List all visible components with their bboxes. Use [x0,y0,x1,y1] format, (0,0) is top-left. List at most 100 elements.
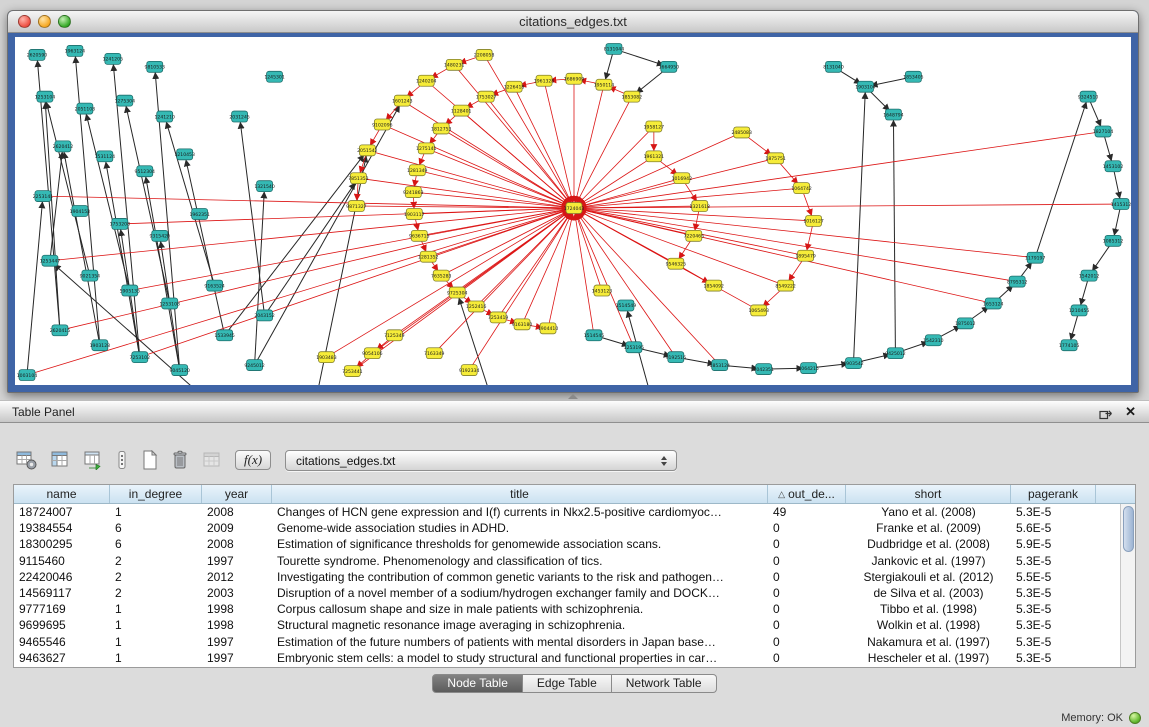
graph-node[interactable]: 1903128 [90,340,111,351]
graph-node[interactable]: 7253102 [130,352,151,363]
cell-name[interactable]: 9465546 [14,635,110,649]
edge-red[interactable] [417,170,574,208]
edge-red[interactable] [27,208,574,375]
cell-short[interactable]: Jankovic et al. (1997) [846,554,1011,568]
edge-black[interactable] [265,178,359,315]
table-row[interactable]: 946362711997Embryonic stem cells: a mode… [14,650,1120,666]
cell-name[interactable]: 9463627 [14,651,110,665]
edge-red[interactable] [574,97,632,208]
table-row[interactable]: 1872400712008Changes of HCN gene express… [14,504,1120,520]
cell-pagerank[interactable]: 5.3E-5 [1011,554,1096,568]
edge-black[interactable] [145,171,180,370]
cell-title[interactable]: Structural magnetic resonance image aver… [272,618,768,632]
cell-pagerank[interactable]: 5.3E-5 [1011,602,1096,616]
cell-title[interactable]: Estimation of significance thresholds fo… [272,537,768,551]
graph-node[interactable]: 1875751 [765,153,786,164]
graph-node[interactable]: 2051108 [75,103,96,114]
graph-node[interactable]: 2620412 [53,141,74,152]
graph-node[interactable]: 1321540 [254,181,275,192]
graph-node[interactable]: 2043152 [254,310,275,321]
cell-title[interactable]: Embryonic stem cells: a model to study s… [272,651,768,665]
cell-short[interactable]: Franke et al. (2009) [846,521,1011,535]
graph-node[interactable]: 1210455 [1069,305,1090,316]
cell-short[interactable]: Stergiakouli et al. (2012) [846,570,1011,584]
cell-year[interactable]: 2003 [202,586,272,600]
graph-node[interactable]: 1903117 [404,209,425,220]
table-row[interactable]: 2242004622012Investigating the contribut… [14,569,1120,585]
edge-red[interactable] [574,132,742,208]
column-header-in_degree[interactable]: in_degree [110,485,202,503]
graph-node[interactable]: 1241205 [103,53,124,64]
cell-out_de[interactable]: 49 [768,505,846,519]
graph-node[interactable]: 1240204 [416,75,437,86]
table-settings-icon[interactable] [16,450,37,470]
graph-node[interactable]: 1648794 [883,109,904,120]
edge-black[interactable] [165,117,215,286]
cell-out_de[interactable]: 0 [768,635,846,649]
graph-node[interactable]: 9871327 [346,201,367,212]
graph-node[interactable]: 1128401 [451,105,472,116]
cell-in_degree[interactable]: 6 [110,521,202,535]
edge-red[interactable] [574,131,1103,208]
graph-node[interactable]: 9102096 [372,119,393,130]
cell-title[interactable]: Genome-wide association studies in ADHD. [272,521,768,535]
graph-node[interactable]: 1085312 [1103,235,1124,246]
edge-red[interactable] [140,208,574,357]
column-header-title[interactable]: title [272,485,768,503]
graph-node[interactable]: 1016127 [803,215,824,226]
cell-year[interactable]: 1998 [202,602,272,616]
edge-black[interactable] [893,115,895,354]
cell-out_de[interactable]: 0 [768,602,846,616]
graph-node[interactable]: 1514545 [584,330,605,341]
graph-node[interactable]: 1275141 [416,143,437,154]
graph-node[interactable]: 1903104 [855,81,876,92]
column-header-short[interactable]: short [846,485,1011,503]
cell-title[interactable]: Estimation of the future numbers of pati… [272,635,768,649]
edge-red[interactable] [574,126,654,208]
graph-node[interactable]: 1904410 [538,323,559,334]
edge-black[interactable] [225,150,368,335]
cell-year[interactable]: 2008 [202,505,272,519]
edge-red[interactable] [574,204,1121,208]
show-columns-icon[interactable] [50,450,70,470]
cell-out_de[interactable]: 0 [768,586,846,600]
cell-pagerank[interactable]: 5.3E-5 [1011,651,1096,665]
cell-out_de[interactable]: 0 [768,521,846,535]
graph-node[interactable]: 9636715 [409,230,430,241]
column-header-out_de[interactable]: △out_de... [768,485,846,503]
graph-node[interactable]: 9192516 [666,352,687,363]
cell-in_degree[interactable]: 1 [110,618,202,632]
cell-year[interactable]: 1997 [202,635,272,649]
graph-node[interactable]: 7253419 [488,312,509,323]
edge-red[interactable] [367,150,574,208]
graph-node[interactable]: 9054106 [362,348,383,359]
graph-node[interactable]: 9810533 [145,61,166,72]
graph-node[interactable]: 1827104 [1093,126,1114,137]
graph-node[interactable]: 7253441 [342,366,363,377]
edge-black[interactable] [255,186,265,365]
graph-node[interactable]: 1875012 [955,318,976,329]
graph-node[interactable]: 1601243 [392,95,413,106]
graph-node[interactable]: 1904153 [70,206,91,217]
graph-node[interactable]: 9045120 [169,365,190,376]
graph-node[interactable]: 1514549 [616,300,637,311]
graph-node[interactable]: 9425012 [885,348,906,359]
cell-name[interactable]: 22420046 [14,570,110,584]
graph-node[interactable]: 1812753 [431,123,452,134]
cell-short[interactable]: Dudbridge et al. (2008) [846,537,1011,551]
graph-node[interactable]: 1664950 [659,61,680,72]
cell-pagerank[interactable]: 5.3E-5 [1011,635,1096,649]
graph-node[interactable]: 1281352 [418,251,439,262]
cell-name[interactable]: 9777169 [14,602,110,616]
graph-node[interactable]: 1903542 [843,358,864,369]
cell-year[interactable]: 2008 [202,537,272,551]
cell-short[interactable]: Yano et al. (2008) [846,505,1011,519]
graph-node[interactable]: 1003104 [17,370,38,381]
graph-node[interactable]: 9546325 [666,258,687,269]
graph-node[interactable]: 2031245 [229,111,250,122]
graph-node[interactable]: 7635283 [431,270,452,281]
graph-node[interactable]: 1064215 [798,363,819,374]
edge-red[interactable] [574,208,594,335]
graph-node[interactable]: 1653124 [983,298,1004,309]
graph-node[interactable]: 1542310 [923,335,944,346]
